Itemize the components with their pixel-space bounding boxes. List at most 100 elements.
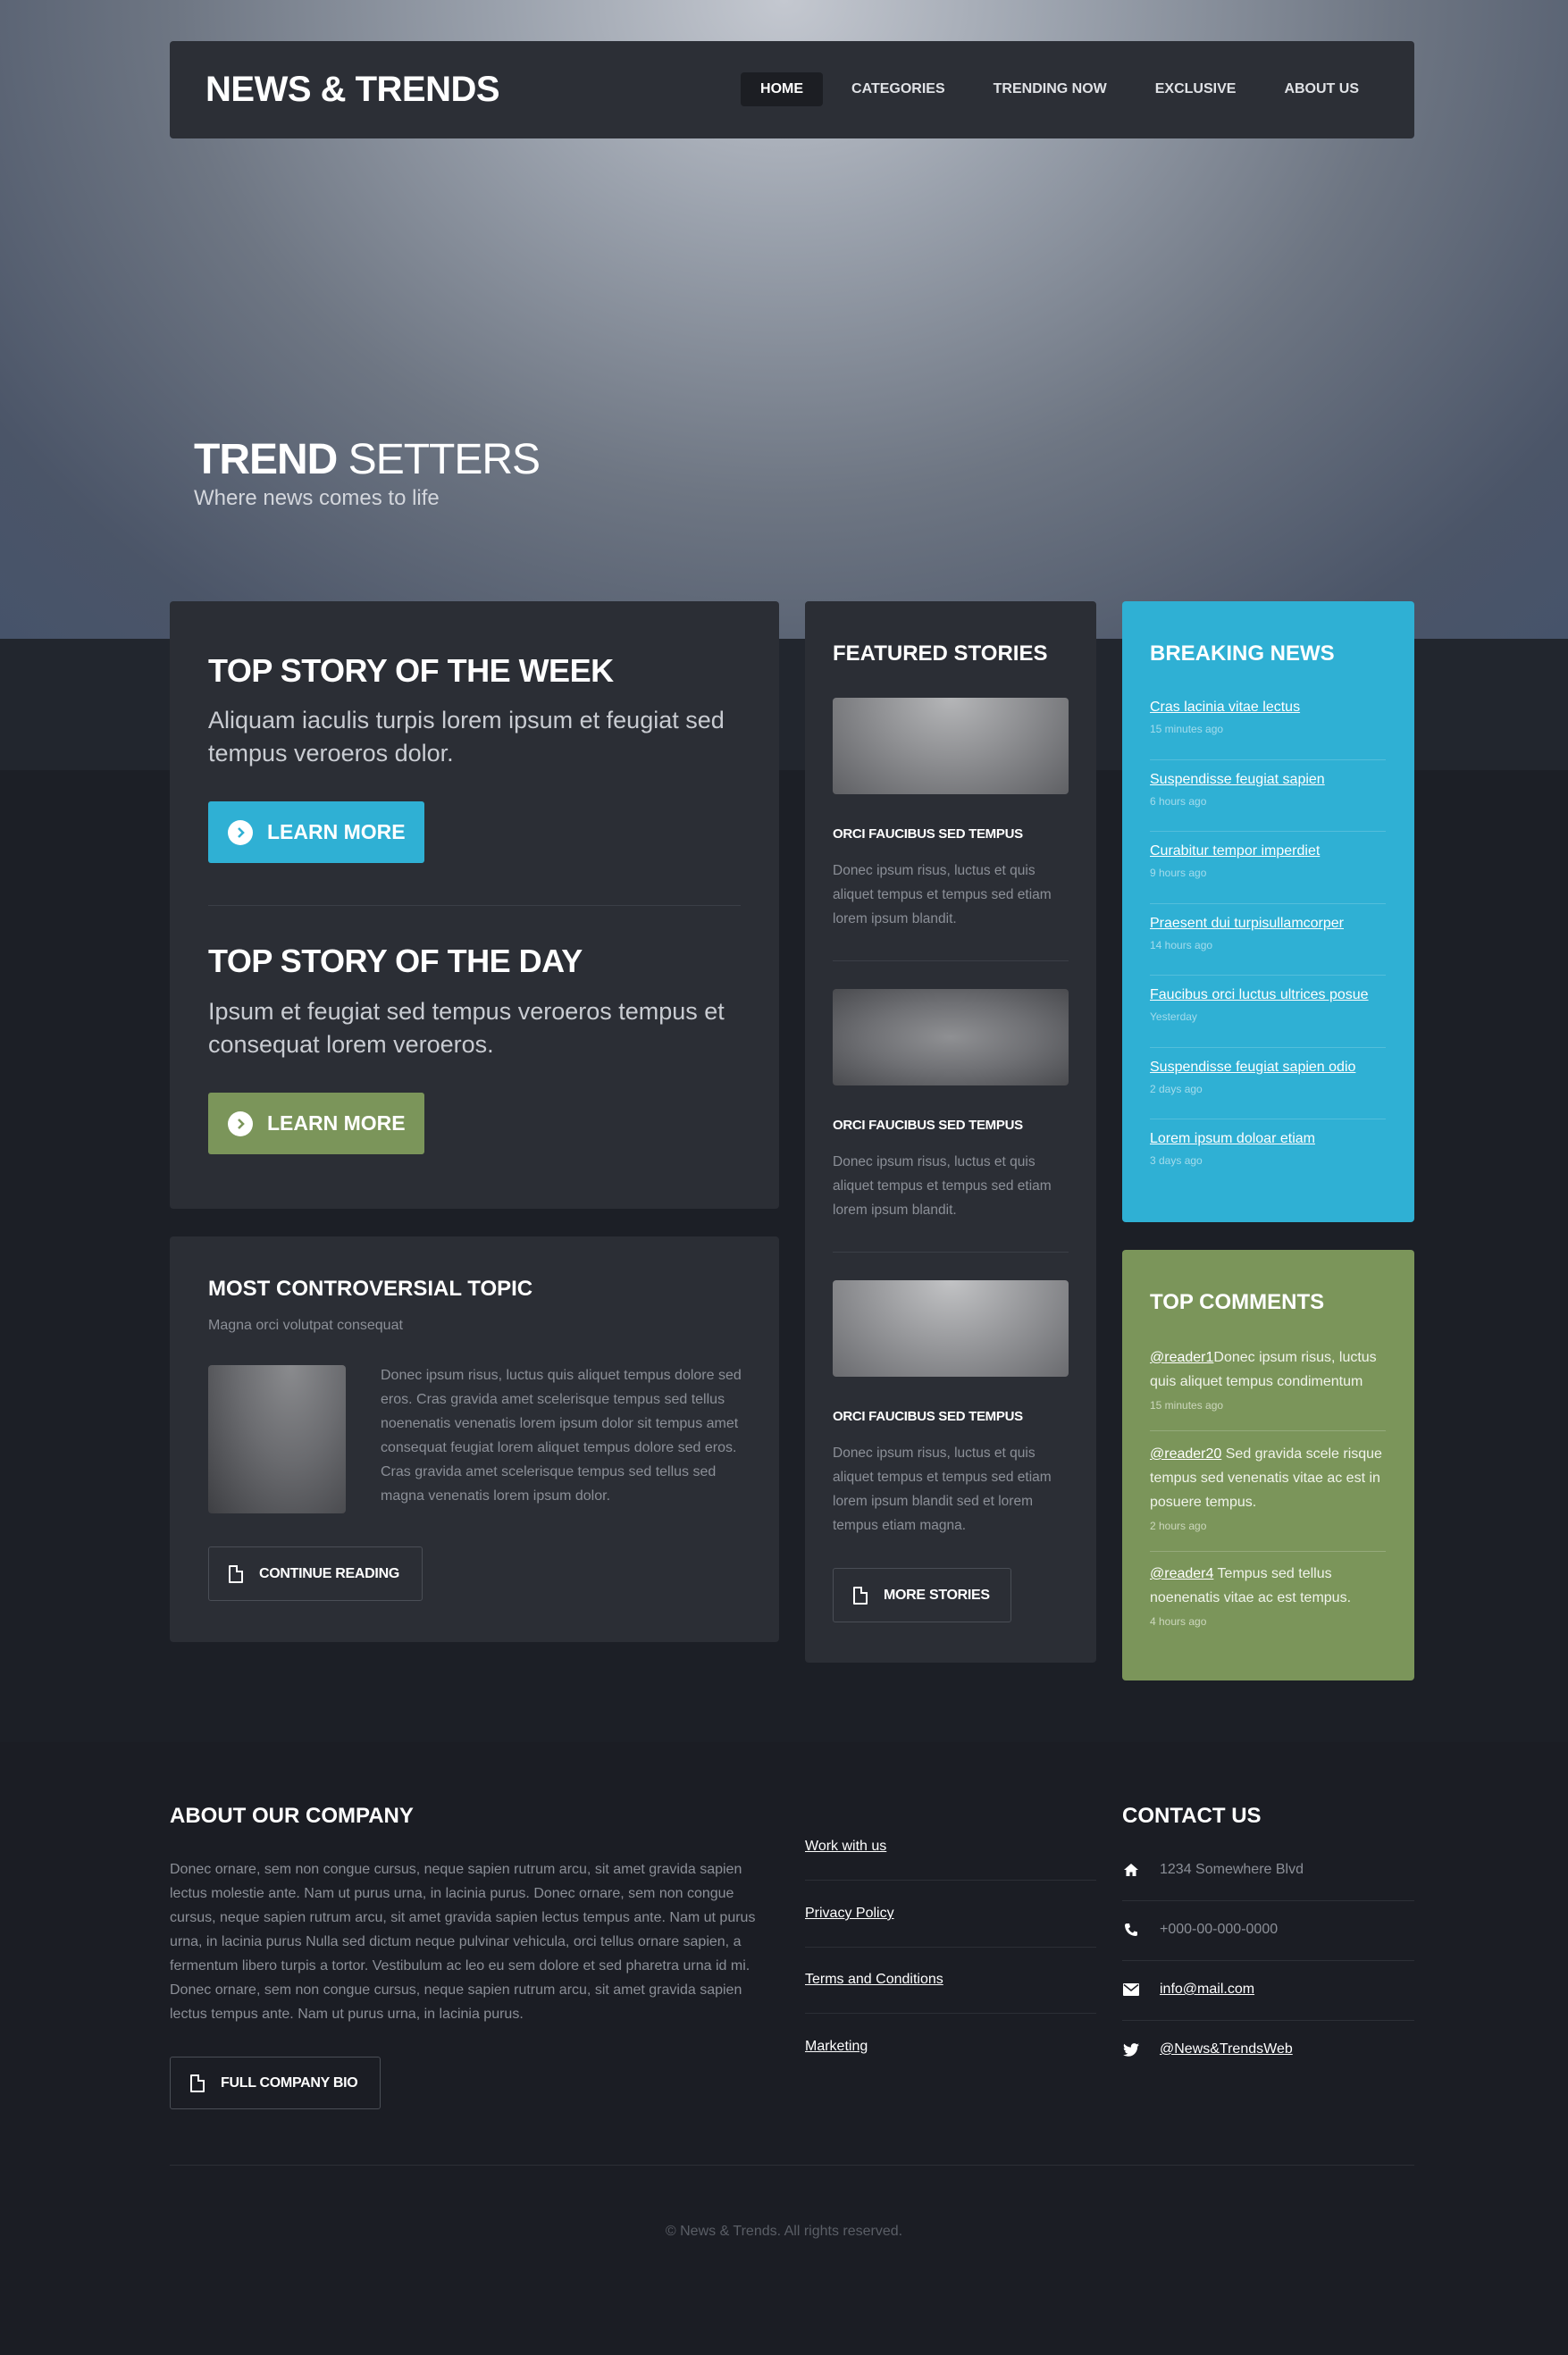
contact-phone-text: +000-00-000-0000 [1160,1922,1279,1937]
list-item: Curabitur tempor imperdiet 9 hours ago [1150,843,1386,879]
comment-user-link[interactable]: @reader4 [1150,1566,1213,1581]
top-stories-panel: TOP STORY OF THE WEEK Aliquam iaculis tu… [170,601,779,1209]
list-item: Faucibus orci luctus ultrices posue Yest… [1150,987,1386,1023]
nav-exclusive[interactable]: EXCLUSIVE [1136,72,1256,106]
comment-item: @reader20 Sed gravida scele risque tempu… [1150,1442,1386,1532]
controversial-text: Donec ipsum risus, luctus quis aliquet t… [381,1368,742,1504]
footer-link-divider [805,2013,1096,2014]
comment-time: 15 minutes ago [1150,1399,1224,1412]
contact-divider [1122,1900,1414,1901]
document-icon [229,1564,243,1583]
comments-title: TOP COMMENTS [1150,1290,1325,1314]
breaking-link[interactable]: Lorem ipsum doloar etiam [1150,1131,1386,1147]
learn-more-day-label: LEARN MORE [267,1111,406,1135]
main-nav: HOME CATEGORIES TRENDING NOW EXCLUSIVE A… [741,72,1379,106]
arrow-right-circle-icon [228,819,253,845]
contact-divider [1122,1960,1414,1961]
breaking-time: 3 days ago [1150,1154,1203,1167]
featured-divider [833,960,1069,961]
full-company-bio-label: FULL COMPANY BIO [221,2074,358,2091]
story-divider [208,905,741,906]
arrow-right-circle-icon [228,1110,253,1136]
list-item: Suspendisse feugiat sapien 6 hours ago [1150,772,1386,808]
hero-title-bold: TREND [194,436,338,483]
twitter-icon [1122,2041,1140,2057]
full-company-bio-button[interactable]: FULL COMPANY BIO [170,2057,381,2109]
contact-address-text: 1234 Somewhere Blvd [1160,1862,1304,1877]
featured-stories-panel: FEATURED STORIES ORCI FAUCIBUS SED TEMPU… [805,601,1096,1663]
footer-link-privacy-policy[interactable]: Privacy Policy [805,1906,894,1922]
comment-user-link[interactable]: @reader1 [1150,1350,1213,1365]
comment-user-link[interactable]: @reader20 [1150,1446,1221,1462]
controversial-title: MOST CONTROVERSIAL TOPIC [208,1277,533,1301]
nav-about-us[interactable]: ABOUT US [1264,72,1379,106]
breaking-link[interactable]: Suspendisse feugiat sapien odio [1150,1060,1386,1076]
breaking-link[interactable]: Curabitur tempor imperdiet [1150,843,1386,859]
featured-image[interactable] [833,1280,1069,1377]
comment-item: @reader4 Tempus sed tellus noenenatis vi… [1150,1562,1386,1628]
contact-address: 1234 Somewhere Blvd [1122,1862,1304,1878]
featured-item-title[interactable]: ORCI FAUCIBUS SED TEMPUS [833,1118,1023,1133]
featured-image[interactable] [833,698,1069,794]
featured-image[interactable] [833,989,1069,1085]
contact-email: info@mail.com [1122,1982,1254,1998]
learn-more-week-button[interactable]: LEARN MORE [208,801,424,863]
breaking-link[interactable]: Suspendisse feugiat sapien [1150,772,1386,788]
breaking-divider [1150,831,1386,832]
hero-subtitle: Where news comes to life [194,486,440,510]
footer-divider [170,2165,1414,2166]
document-icon [853,1586,868,1605]
contact-twitter: @News&TrendsWeb [1122,2041,1293,2057]
footer-link-terms[interactable]: Terms and Conditions [805,1972,943,1988]
comment-divider [1150,1551,1386,1552]
about-company-title: ABOUT OUR COMPANY [170,1804,414,1828]
more-stories-button[interactable]: MORE STORIES [833,1568,1011,1622]
breaking-link[interactable]: Cras lacinia vitae lectus [1150,700,1386,716]
top-story-week-text: Aliquam iaculis turpis lorem ipsum et fe… [208,707,725,767]
controversial-panel: MOST CONTROVERSIAL TOPIC Magna orci volu… [170,1236,779,1642]
nav-home[interactable]: HOME [741,72,824,106]
document-icon [190,2074,205,2092]
list-item: Cras lacinia vitae lectus 15 minutes ago [1150,700,1386,735]
featured-item-title[interactable]: ORCI FAUCIBUS SED TEMPUS [833,1409,1023,1424]
copyright-text: © News & Trends. All rights reserved. [665,2224,903,2239]
comment-time: 2 hours ago [1150,1520,1207,1532]
breaking-time: 14 hours ago [1150,939,1213,951]
breaking-divider [1150,903,1386,904]
top-story-day-title: TOP STORY OF THE DAY [208,943,583,979]
breaking-time: 15 minutes ago [1150,723,1224,735]
list-item: Lorem ipsum doloar etiam 3 days ago [1150,1131,1386,1167]
contact-twitter-link[interactable]: @News&TrendsWeb [1160,2041,1293,2057]
footer-link-divider [805,1947,1096,1948]
controversial-image[interactable] [208,1365,346,1513]
contact-phone: +000-00-000-0000 [1122,1922,1278,1938]
footer-link-marketing[interactable]: Marketing [805,2039,868,2055]
nav-categories[interactable]: CATEGORIES [832,72,965,106]
hero-title: TREND SETTERS [194,435,541,484]
featured-item-title[interactable]: ORCI FAUCIBUS SED TEMPUS [833,826,1023,842]
breaking-time: 2 days ago [1150,1083,1203,1095]
top-story-week-title: TOP STORY OF THE WEEK [208,652,614,689]
site-logo[interactable]: NEWS & TRENDS [205,70,500,110]
contact-email-link[interactable]: info@mail.com [1160,1982,1254,1998]
nav-trending-now[interactable]: TRENDING NOW [974,72,1127,106]
learn-more-day-button[interactable]: LEARN MORE [208,1093,424,1154]
list-item: Praesent dui turpisullamcorper 14 hours … [1150,916,1386,951]
breaking-divider [1150,759,1386,760]
breaking-divider [1150,1047,1386,1048]
comment-time: 4 hours ago [1150,1615,1207,1628]
breaking-link[interactable]: Faucibus orci luctus ultrices posue [1150,987,1386,1003]
breaking-link[interactable]: Praesent dui turpisullamcorper [1150,916,1386,932]
top-comments-panel: TOP COMMENTS @reader1Donec ipsum risus, … [1122,1250,1414,1680]
more-stories-label: MORE STORIES [884,1587,990,1603]
footer-link-work-with-us[interactable]: Work with us [805,1839,886,1855]
featured-title: FEATURED STORIES [833,641,1048,666]
continue-reading-button[interactable]: CONTINUE READING [208,1546,423,1601]
footer-link-divider [805,1880,1096,1881]
header-bar: NEWS & TRENDS HOME CATEGORIES TRENDING N… [170,41,1414,138]
breaking-time: Yesterday [1150,1010,1197,1023]
breaking-time: 6 hours ago [1150,795,1207,808]
breaking-title: BREAKING NEWS [1150,641,1335,666]
continue-reading-label: CONTINUE READING [259,1565,399,1581]
breaking-divider [1150,975,1386,976]
